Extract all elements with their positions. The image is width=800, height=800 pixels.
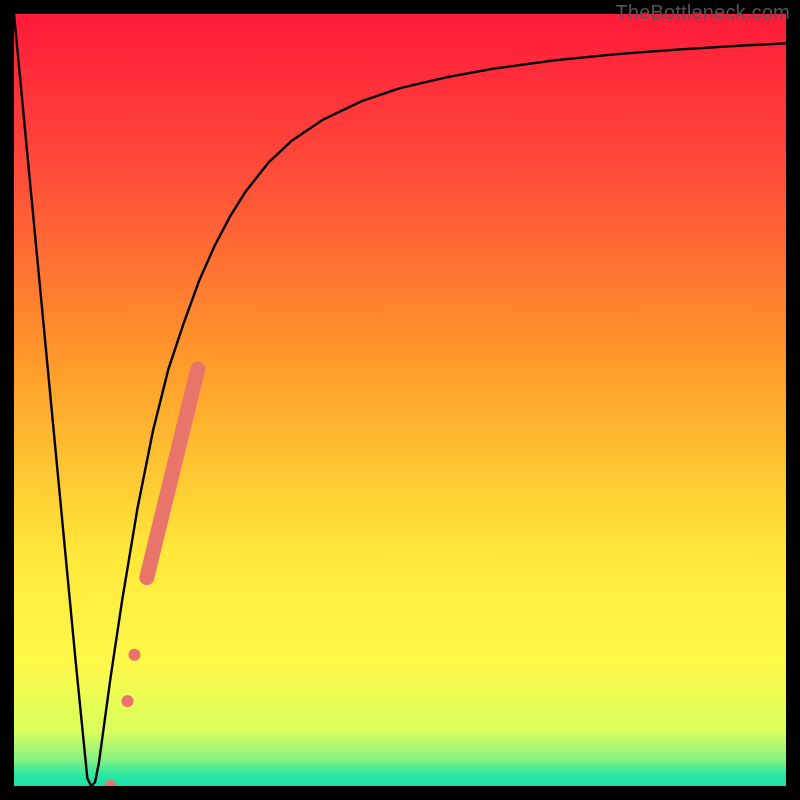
highlight-dot	[121, 695, 133, 707]
watermark-text: TheBottleneck.com	[615, 2, 790, 25]
chart-frame	[14, 14, 786, 786]
gradient-background	[14, 14, 786, 786]
highlight-dot	[128, 649, 140, 661]
bottleneck-chart	[14, 14, 786, 786]
